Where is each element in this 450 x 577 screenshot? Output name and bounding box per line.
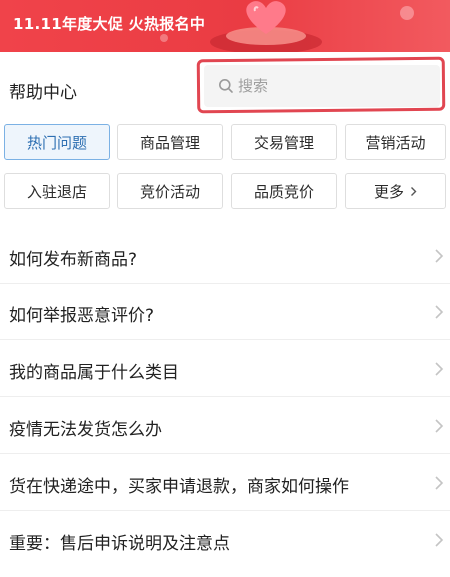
question-label: 如何发布新商品?: [9, 250, 138, 270]
question-label: 我的商品属于什么类目: [9, 363, 179, 383]
question-label: 疫情无法发货怎么办: [9, 420, 162, 440]
category-label: 商品管理: [139, 133, 200, 152]
page-title: 帮助中心: [9, 83, 77, 103]
question-label: 货在快递途中，买家申请退款，商家如何操作: [9, 477, 349, 497]
search-icon: [219, 79, 233, 93]
question-row[interactable]: 我的商品属于什么类目: [0, 341, 450, 397]
chevron-right-icon: [435, 362, 444, 376]
search-bar[interactable]: [204, 65, 440, 107]
category-product-management[interactable]: 商品管理: [117, 124, 223, 160]
category-label: 品质竞价: [253, 182, 314, 201]
category-label: 竞价活动: [139, 182, 200, 201]
question-row[interactable]: 重要：售后申诉说明及注意点: [0, 512, 450, 568]
category-label: 热门问题: [26, 133, 87, 152]
banner-decoration: [400, 6, 414, 20]
question-row[interactable]: 疫情无法发货怎么办: [0, 398, 450, 454]
category-bidding-activities[interactable]: 竞价活动: [117, 173, 223, 209]
category-quality-bidding[interactable]: 品质竞价: [231, 173, 337, 209]
promo-banner-text: 11.11年度大促 火热报名中: [13, 15, 206, 33]
question-row[interactable]: 货在快递途中，买家申请退款，商家如何操作: [0, 455, 450, 511]
question-label: 重要：售后申诉说明及注意点: [9, 534, 230, 554]
banner-decoration: [160, 34, 168, 42]
category-transaction-management[interactable]: 交易管理: [231, 124, 337, 160]
question-label: 如何举报恶意评价?: [9, 306, 155, 326]
category-join-exit-store[interactable]: 入驻退店: [4, 173, 110, 209]
gift-heart-illustration: [210, 1, 322, 52]
promo-banner[interactable]: 11.11年度大促 火热报名中: [0, 0, 450, 52]
chevron-right-icon: [435, 419, 444, 433]
chevron-right-icon: [411, 186, 417, 196]
question-row[interactable]: 如何举报恶意评价?: [0, 284, 450, 340]
help-center-page: 11.11年度大促 火热报名中 帮助中心 热门问题 商品管理 交易管理 营销活动…: [0, 0, 450, 577]
question-row[interactable]: 如何发布新商品?: [0, 228, 450, 284]
chevron-right-icon: [435, 305, 444, 319]
search-input[interactable]: [238, 65, 428, 107]
chevron-right-icon: [435, 476, 444, 490]
category-label: 更多: [373, 182, 404, 201]
category-hot-questions[interactable]: 热门问题: [4, 124, 110, 160]
category-label: 营销活动: [365, 133, 426, 152]
chevron-right-icon: [435, 249, 444, 263]
category-label: 交易管理: [253, 133, 314, 152]
category-label: 入驻退店: [26, 182, 87, 201]
chevron-right-icon: [435, 533, 444, 547]
category-more-button[interactable]: 更多: [345, 173, 446, 209]
category-marketing-activities[interactable]: 营销活动: [345, 124, 446, 160]
